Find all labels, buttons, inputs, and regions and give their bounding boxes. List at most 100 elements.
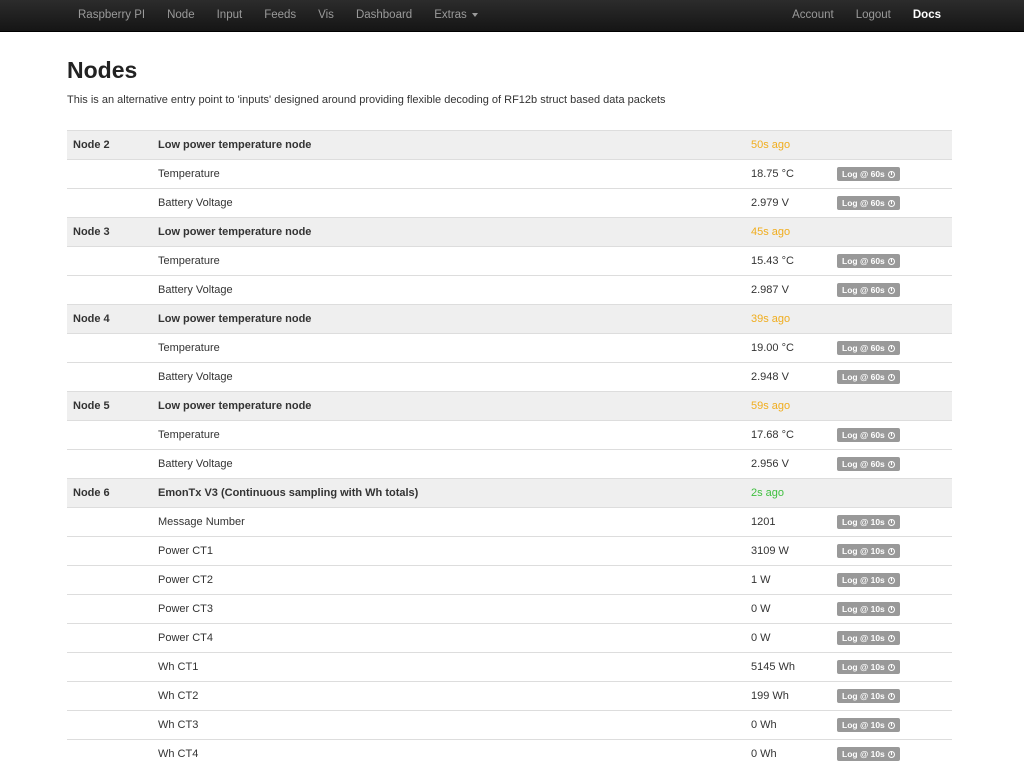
log-badge-label: Log @ 10s <box>842 633 885 643</box>
nav-docs[interactable]: Docs <box>902 0 952 31</box>
variable-indent <box>67 508 152 537</box>
variable-name: Battery Voltage <box>152 189 745 218</box>
log-badge-label: Log @ 10s <box>842 546 885 556</box>
clock-icon <box>888 258 895 265</box>
nav-vis[interactable]: Vis <box>307 0 345 31</box>
log-badge-button[interactable]: Log @ 60s <box>837 196 900 210</box>
variable-name: Power CT4 <box>152 624 745 653</box>
variable-name: Wh CT2 <box>152 682 745 711</box>
nav-extras-dropdown[interactable]: Extras <box>423 0 489 31</box>
nav-left: Raspberry PI Node Input Feeds Vis Dashbo… <box>67 0 489 31</box>
variable-value: 1201 <box>745 508 831 537</box>
log-badge-button[interactable]: Log @ 10s <box>837 660 900 674</box>
node-header-empty <box>831 131 952 160</box>
log-badge-button[interactable]: Log @ 60s <box>837 428 900 442</box>
log-badge-button[interactable]: Log @ 10s <box>837 602 900 616</box>
clock-icon <box>888 751 895 758</box>
log-badge-button[interactable]: Log @ 10s <box>837 573 900 587</box>
log-badge-button[interactable]: Log @ 10s <box>837 544 900 558</box>
nav-logout[interactable]: Logout <box>845 0 902 31</box>
log-badge-label: Log @ 60s <box>842 343 885 353</box>
variable-value: 0 W <box>745 595 831 624</box>
nav-account[interactable]: Account <box>781 0 845 31</box>
log-badge-button[interactable]: Log @ 10s <box>837 747 900 761</box>
node-id: Node 5 <box>67 392 152 421</box>
nodes-table: Node 2Low power temperature node50s agoT… <box>67 130 952 768</box>
variable-indent <box>67 682 152 711</box>
node-name: Low power temperature node <box>152 392 745 421</box>
variable-name: Battery Voltage <box>152 363 745 392</box>
variable-log-cell: Log @ 60s <box>831 189 952 218</box>
node-name: Low power temperature node <box>152 131 745 160</box>
nav-dashboard[interactable]: Dashboard <box>345 0 423 31</box>
log-badge-label: Log @ 60s <box>842 430 885 440</box>
log-badge-button[interactable]: Log @ 10s <box>837 689 900 703</box>
log-badge-button[interactable]: Log @ 60s <box>837 283 900 297</box>
variable-value: 1 W <box>745 566 831 595</box>
node-variable-row: Battery Voltage2.979 V Log @ 60s <box>67 189 952 218</box>
clock-icon <box>888 171 895 178</box>
node-variable-row: Wh CT30 WhLog @ 10s <box>67 711 952 740</box>
log-badge-label: Log @ 10s <box>842 604 885 614</box>
node-last-updated: 45s ago <box>745 218 831 247</box>
nav-input[interactable]: Input <box>206 0 254 31</box>
log-badge-button[interactable]: Log @ 60s <box>837 370 900 384</box>
node-variable-row: Power CT13109 WLog @ 10s <box>67 537 952 566</box>
log-badge-button[interactable]: Log @ 10s <box>837 631 900 645</box>
variable-name: Power CT2 <box>152 566 745 595</box>
variable-name: Battery Voltage <box>152 276 745 305</box>
variable-indent <box>67 160 152 189</box>
page-title: Nodes <box>67 55 137 85</box>
log-badge-label: Log @ 10s <box>842 575 885 585</box>
variable-indent <box>67 363 152 392</box>
node-variable-row: Message Number1201Log @ 10s <box>67 508 952 537</box>
variable-log-cell: Log @ 10s <box>831 595 952 624</box>
nav-feeds[interactable]: Feeds <box>253 0 307 31</box>
log-badge-label: Log @ 10s <box>842 517 885 527</box>
variable-log-cell: Log @ 10s <box>831 711 952 740</box>
log-badge-button[interactable]: Log @ 60s <box>837 457 900 471</box>
node-header-empty <box>831 218 952 247</box>
variable-log-cell: Log @ 60s <box>831 334 952 363</box>
variable-value: 18.75 °C <box>745 160 831 189</box>
variable-name: Battery Voltage <box>152 450 745 479</box>
variable-log-cell: Log @ 60s <box>831 160 952 189</box>
variable-indent <box>67 421 152 450</box>
nav-node[interactable]: Node <box>156 0 206 31</box>
variable-name: Wh CT3 <box>152 711 745 740</box>
variable-log-cell: Log @ 10s <box>831 740 952 768</box>
log-badge-button[interactable]: Log @ 10s <box>837 718 900 732</box>
log-badge-label: Log @ 60s <box>842 372 885 382</box>
variable-value: 2.948 V <box>745 363 831 392</box>
variable-log-cell: Log @ 60s <box>831 421 952 450</box>
node-header-empty <box>831 392 952 421</box>
caret-down-icon <box>472 13 478 17</box>
variable-indent <box>67 247 152 276</box>
node-variable-row: Power CT40 WLog @ 10s <box>67 624 952 653</box>
nav-raspberry-pi[interactable]: Raspberry PI <box>67 0 156 31</box>
variable-indent <box>67 334 152 363</box>
log-badge-button[interactable]: Log @ 60s <box>837 167 900 181</box>
log-badge-label: Log @ 60s <box>842 198 885 208</box>
node-variable-row: Temperature19.00 °CLog @ 60s <box>67 334 952 363</box>
variable-log-cell: Log @ 60s <box>831 276 952 305</box>
log-badge-label: Log @ 60s <box>842 256 885 266</box>
log-badge-button[interactable]: Log @ 60s <box>837 254 900 268</box>
clock-icon <box>888 606 895 613</box>
variable-value: 2.979 V <box>745 189 831 218</box>
variable-value: 2.956 V <box>745 450 831 479</box>
variable-value: 19.00 °C <box>745 334 831 363</box>
variable-value: 3109 W <box>745 537 831 566</box>
node-header-row: Node 6EmonTx V3 (Continuous sampling wit… <box>67 479 952 508</box>
log-badge-button[interactable]: Log @ 60s <box>837 341 900 355</box>
variable-name: Power CT3 <box>152 595 745 624</box>
node-header-row: Node 4Low power temperature node39s ago <box>67 305 952 334</box>
variable-indent <box>67 189 152 218</box>
variable-log-cell: Log @ 10s <box>831 682 952 711</box>
clock-icon <box>888 577 895 584</box>
node-variable-row: Battery Voltage2.948 V Log @ 60s <box>67 363 952 392</box>
log-badge-label: Log @ 60s <box>842 459 885 469</box>
nav-extras-label: Extras <box>434 9 467 21</box>
clock-icon <box>888 432 895 439</box>
log-badge-button[interactable]: Log @ 10s <box>837 515 900 529</box>
